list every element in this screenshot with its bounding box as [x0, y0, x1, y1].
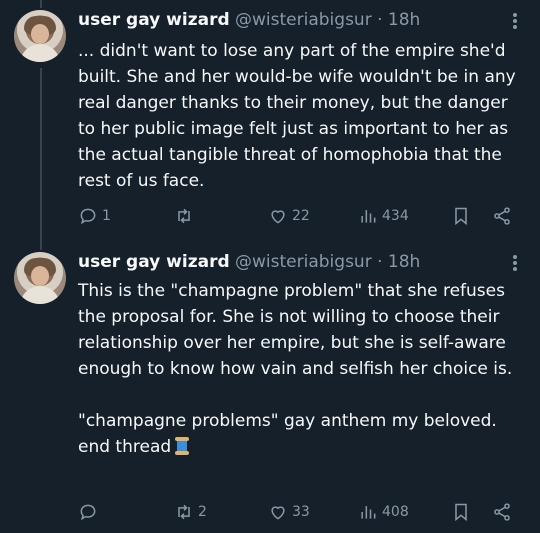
- share-icon: [494, 503, 510, 521]
- tweet-text: ... didn't want to lose any part of the …: [78, 41, 522, 191]
- tweet-header: user gay wizard @wisteriabigsur · 18h: [78, 9, 420, 31]
- tweet[interactable]: user gay wizard @wisteriabigsur · 18h ..…: [0, 0, 540, 240]
- share-icon: [494, 207, 510, 225]
- avatar[interactable]: [14, 10, 66, 62]
- tweet[interactable]: user gay wizard @wisteriabigsur · 18h Th…: [0, 240, 540, 533]
- tweet-text-body: This is the "champagne problem" that she…: [78, 281, 513, 457]
- separator: ·: [377, 10, 383, 30]
- views-icon: [361, 506, 376, 519]
- share-button[interactable]: [492, 204, 512, 228]
- retweet-icon: [178, 208, 190, 224]
- retweet-count: 2: [198, 504, 207, 520]
- view-count: 408: [382, 504, 409, 520]
- reply-button[interactable]: [78, 500, 102, 524]
- bookmark-button[interactable]: [451, 500, 471, 524]
- retweet-button[interactable]: [174, 204, 198, 228]
- bookmark-button[interactable]: [451, 204, 471, 228]
- like-button[interactable]: 33: [268, 500, 310, 524]
- tweet-actions: 2 33 408: [78, 500, 518, 524]
- like-icon: [271, 506, 285, 520]
- view-count: 434: [382, 208, 409, 224]
- retweet-button[interactable]: 2: [174, 500, 207, 524]
- more-icon[interactable]: [505, 10, 525, 32]
- bookmark-icon: [455, 207, 467, 226]
- spool-of-thread-emoji: [175, 437, 190, 455]
- reply-button[interactable]: 1: [78, 204, 111, 228]
- display-name[interactable]: user gay wizard: [78, 10, 230, 30]
- separator: ·: [377, 252, 383, 272]
- timestamp[interactable]: 18h: [388, 252, 420, 272]
- reply-icon: [80, 504, 96, 521]
- share-button[interactable]: [492, 500, 512, 524]
- handle[interactable]: @wisteriabigsur: [235, 10, 372, 30]
- like-button[interactable]: 22: [268, 204, 310, 228]
- tweet-header: user gay wizard @wisteriabigsur · 18h: [78, 251, 420, 273]
- tweet-text: This is the "champagne problem" that she…: [78, 278, 528, 460]
- display-name[interactable]: user gay wizard: [78, 252, 230, 272]
- like-count: 33: [292, 504, 310, 520]
- like-icon: [271, 210, 285, 224]
- handle[interactable]: @wisteriabigsur: [235, 252, 372, 272]
- retweet-icon: [178, 504, 190, 520]
- avatar[interactable]: [14, 252, 66, 304]
- reply-count: 1: [102, 208, 111, 224]
- timestamp[interactable]: 18h: [388, 10, 420, 30]
- bookmark-icon: [455, 503, 467, 522]
- views-button[interactable]: 434: [358, 204, 409, 228]
- more-icon[interactable]: [505, 252, 525, 274]
- reply-icon: [80, 208, 96, 225]
- tweet-actions: 1 22 434: [78, 204, 518, 228]
- like-count: 22: [292, 208, 310, 224]
- views-icon: [361, 210, 376, 223]
- views-button[interactable]: 408: [358, 500, 409, 524]
